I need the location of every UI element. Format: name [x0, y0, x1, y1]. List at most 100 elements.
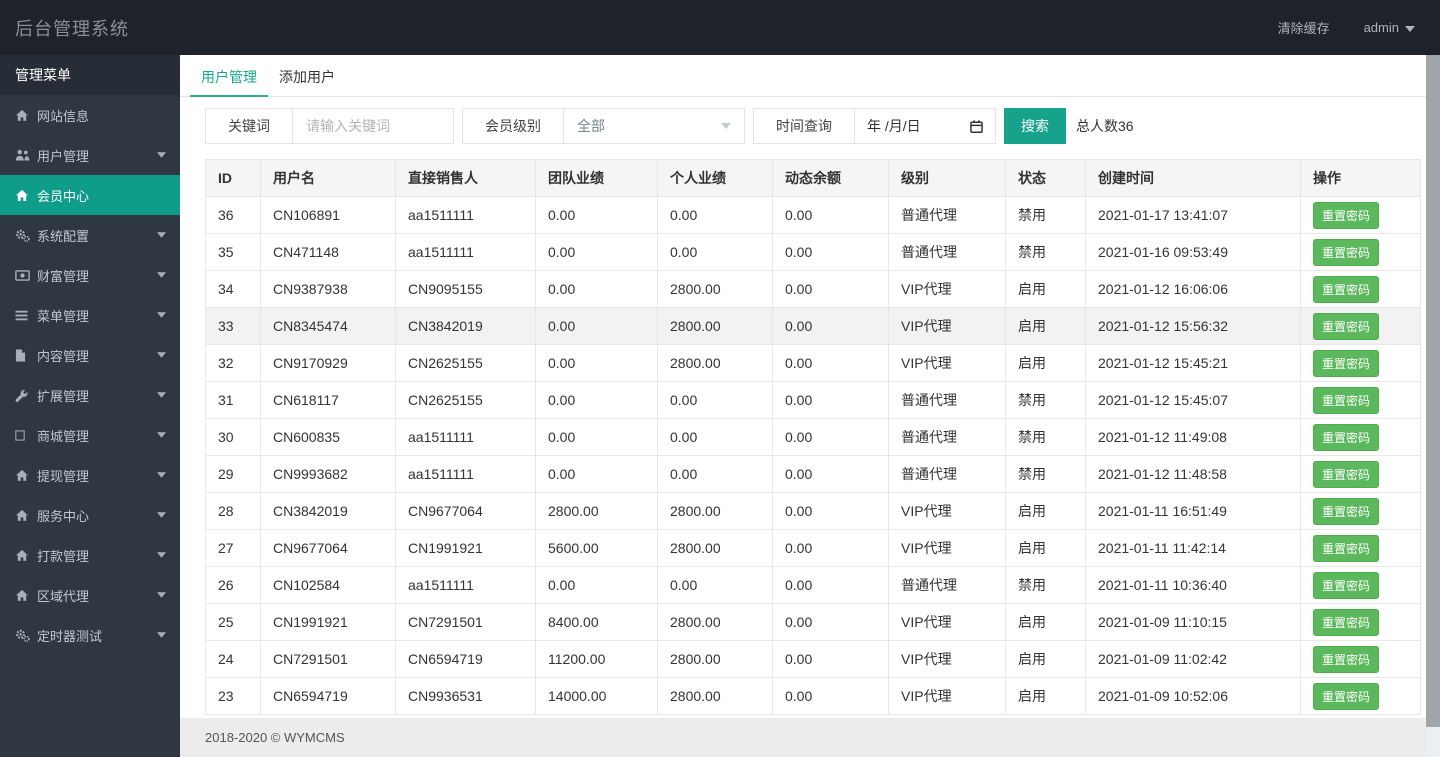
cell-personal: 2800.00 [657, 344, 773, 382]
sidebar-item-regional-agent[interactable]: 区域代理 [0, 575, 180, 615]
chevron-down-icon [1405, 25, 1415, 32]
calendar-icon[interactable] [970, 119, 983, 133]
sidebar-item-label: 打款管理 [37, 548, 90, 564]
column-header: 级别 [888, 159, 1006, 197]
level-label: 会员级别 [463, 109, 564, 143]
sidebar-item-system-config[interactable]: 系统配置 [0, 215, 180, 255]
sidebar-item-wealth-management[interactable]: 财富管理 [0, 255, 180, 295]
sidebar-item-payment-management[interactable]: 打款管理 [0, 535, 180, 575]
cell-created: 2021-01-11 10:36:40 [1085, 566, 1301, 604]
sidebar-item-extension-management[interactable]: 扩展管理 [0, 375, 180, 415]
sidebar-menu: 网站信息用户管理 会员中心系统配置财富管理菜单管理内容管理扩展管理 商城管理 提现管理… [0, 95, 180, 655]
sidebar-item-user-management[interactable]: 用户管理 [0, 135, 180, 175]
caret-down-icon [157, 312, 166, 318]
cell-personal: 2800.00 [657, 529, 773, 567]
sidebar-item-mall-management[interactable]: 商城管理 [0, 415, 180, 455]
cell-level: VIP代理 [888, 603, 1006, 641]
search-button[interactable]: 搜索 [1004, 108, 1066, 144]
sidebar-item-withdraw-management[interactable]: 提现管理 [0, 455, 180, 495]
table-row: 23 CN6594719 CN9936531 14000.00 2800.00 0.00 V… [205, 677, 1421, 715]
cell-status: 禁用 [1005, 418, 1086, 456]
clear-cache-link[interactable]: 清除缓存 [1278, 18, 1330, 37]
reset-password-button[interactable]: 重置密码 [1313, 460, 1380, 488]
reset-password-button[interactable]: 重置密码 [1313, 682, 1380, 710]
cell-id: 27 [205, 529, 261, 567]
sidebar-item-member-center[interactable]: 会员中心 [0, 175, 180, 215]
money-icon [15, 269, 37, 281]
sidebar-item-label: 网站信息 [37, 108, 90, 124]
cell-id: 33 [205, 307, 261, 345]
table-row: 29 CN9993682 aa1511111 0.00 0.00 0.00 普通代理 禁用 20… [205, 455, 1421, 493]
reset-password-button[interactable]: 重置密码 [1313, 201, 1380, 229]
cell-username: CN8345474 [260, 307, 396, 345]
user-menu-label: admin [1363, 20, 1399, 35]
reset-password-button[interactable]: 重置密码 [1313, 534, 1380, 562]
table-row: 27 CN9677064 CN1991921 5600.00 2800.00 0.00 VI… [205, 529, 1421, 567]
reset-password-button[interactable]: 重置密码 [1313, 386, 1380, 414]
reset-password-button[interactable]: 重置密码 [1313, 349, 1380, 377]
cell-seller: CN2625155 [395, 344, 536, 382]
cell-team: 14000.00 [535, 677, 658, 715]
cell-status: 禁用 [1005, 455, 1086, 493]
cell-id: 23 [205, 677, 261, 715]
caret-down-icon [157, 272, 166, 278]
date-input[interactable]: 年 /月/日 [855, 109, 995, 143]
tab-bar: 用户管理 添加用户 [180, 55, 1426, 97]
level-select[interactable]: 全部 [564, 109, 744, 143]
main-content: 用户管理添加用户 关键词 会员级别 全部 时间查询 年 /月/日 搜索 [180, 55, 1426, 718]
column-header: 操作 [1300, 159, 1421, 197]
cell-level: 普通代理 [888, 196, 1006, 234]
cell-actions: 重置密码 [1300, 640, 1421, 678]
cell-level: 普通代理 [888, 233, 1006, 271]
keyword-filter-group: 关键词 [205, 108, 454, 144]
cell-created: 2021-01-12 15:56:32 [1085, 307, 1301, 345]
reset-password-button[interactable]: 重置密码 [1313, 571, 1380, 599]
column-header: 状态 [1005, 159, 1086, 197]
cell-team: 0.00 [535, 418, 658, 456]
cell-username: CN102584 [260, 566, 396, 604]
keyword-input[interactable] [293, 109, 453, 143]
chevron-down-icon [721, 123, 731, 129]
cell-id: 32 [205, 344, 261, 382]
cell-username: CN9677064 [260, 529, 396, 567]
reset-password-button[interactable]: 重置密码 [1313, 645, 1380, 673]
sidebar-item-site-info[interactable]: 网站信息 [0, 95, 180, 135]
scrollbar-thumb[interactable] [1426, 55, 1440, 727]
tab-user-management[interactable]: 用户管理 [190, 55, 268, 97]
table-row: 36 CN106891 aa1511111 0.00 0.00 0.00 普通代理 禁用 202… [205, 196, 1421, 234]
cell-id: 24 [205, 640, 261, 678]
sidebar-item-label: 系统配置 [37, 228, 90, 244]
cell-level: 普通代理 [888, 455, 1006, 493]
reset-password-button[interactable]: 重置密码 [1313, 275, 1380, 303]
cell-status: 启用 [1005, 603, 1086, 641]
reset-password-button[interactable]: 重置密码 [1313, 423, 1380, 451]
vertical-scrollbar[interactable] [1426, 55, 1440, 757]
home-icon [15, 509, 37, 522]
sidebar-item-menu-management[interactable]: 菜单管理 [0, 295, 180, 335]
sidebar-item-label: 菜单管理 [37, 308, 90, 324]
reset-password-button[interactable]: 重置密码 [1313, 238, 1380, 266]
sidebar-item-content-management[interactable]: 内容管理 [0, 335, 180, 375]
sidebar-item-timer-test[interactable]: 定时器测试 [0, 615, 180, 655]
caret-down-icon [157, 552, 166, 558]
reset-password-button[interactable]: 重置密码 [1313, 312, 1380, 340]
reset-password-button[interactable]: 重置密码 [1313, 608, 1380, 636]
cell-seller: aa1511111 [395, 455, 536, 493]
cell-personal: 0.00 [657, 455, 773, 493]
cell-personal: 0.00 [657, 566, 773, 604]
copyright-text: 2018-2020 © WYMCMS [205, 730, 345, 745]
sidebar-item-label: 内容管理 [37, 348, 90, 364]
home-icon [15, 469, 37, 482]
tab-add-user[interactable]: 添加用户 [268, 55, 346, 97]
cell-personal: 2800.00 [657, 603, 773, 641]
cell-username: CN471148 [260, 233, 396, 271]
caret-down-icon [157, 152, 166, 158]
date-input-value: 年 /月/日 [867, 118, 921, 134]
filter-bar: 关键词 会员级别 全部 时间查询 年 /月/日 搜索 总人数36 [205, 108, 1426, 144]
cell-status: 启用 [1005, 640, 1086, 678]
reset-password-button[interactable]: 重置密码 [1313, 497, 1380, 525]
sidebar-item-label: 区域代理 [37, 588, 90, 604]
sidebar-item-label: 定时器测试 [37, 628, 103, 644]
sidebar-item-service-center[interactable]: 服务中心 [0, 495, 180, 535]
user-menu[interactable]: admin [1364, 20, 1415, 35]
